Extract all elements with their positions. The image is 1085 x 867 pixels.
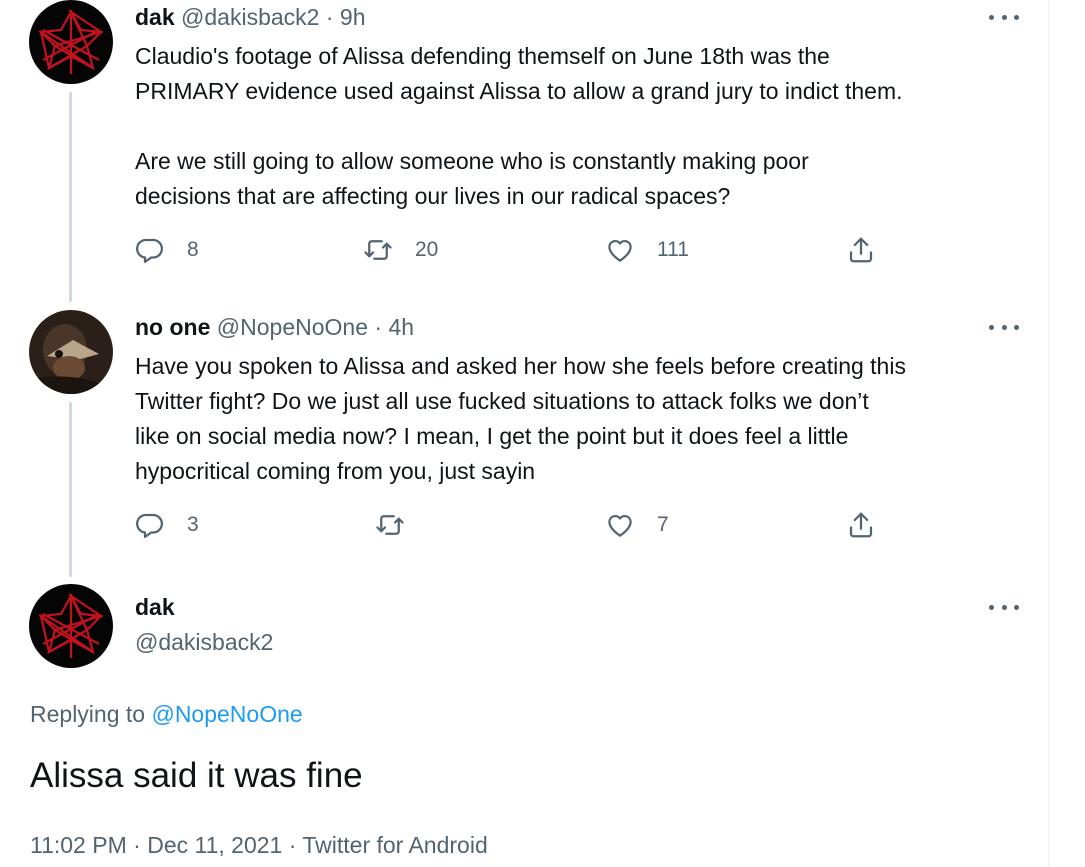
reply-count: 8 <box>187 238 199 261</box>
author-name[interactable]: no one <box>135 314 210 340</box>
like-button[interactable]: 7 <box>605 510 669 540</box>
tweet-time[interactable]: 11:02 PM <box>30 832 127 858</box>
tweet-time[interactable]: 9h <box>340 4 366 30</box>
author-handle[interactable]: @NopeNoOne <box>217 314 368 340</box>
separator-dot: · <box>288 832 297 858</box>
author-name[interactable]: dak <box>135 4 175 30</box>
tweet-date[interactable]: Dec 11, 2021 <box>147 832 282 858</box>
author-name[interactable]: dak <box>135 594 175 621</box>
thread-connector <box>69 92 72 302</box>
heart-icon <box>608 239 632 262</box>
replying-to-label: Replying to <box>30 701 146 727</box>
reply-button[interactable]: 3 <box>135 510 199 540</box>
avatar-dak[interactable] <box>29 0 113 84</box>
heart-icon <box>608 514 632 537</box>
pentagram-avatar-image <box>29 584 113 668</box>
share-icon <box>849 237 873 263</box>
photo-avatar-image <box>29 310 113 394</box>
column-border <box>1048 0 1049 867</box>
reply-button[interactable]: 8 <box>135 235 199 265</box>
author-handle[interactable]: @dakisback2 <box>181 4 319 30</box>
retweet-icon <box>376 515 404 535</box>
reply-icon <box>136 238 163 263</box>
separator-dot: · <box>133 832 141 858</box>
share-button[interactable] <box>846 235 876 265</box>
separator-dot: · <box>325 4 334 30</box>
tweet-text: Have you spoken to Alissa and asked her … <box>135 353 906 484</box>
like-button[interactable]: 111 <box>605 235 689 265</box>
more-icon[interactable] <box>989 12 1019 22</box>
like-count: 7 <box>657 513 669 536</box>
tweet-text: Claudio's footage of Alissa defending th… <box>135 43 903 209</box>
retweet-icon <box>364 240 392 260</box>
tweet-header: dak @dakisback2 · 9h <box>135 4 366 31</box>
share-button[interactable] <box>846 510 876 540</box>
reply-count: 3 <box>187 513 199 536</box>
retweet-button[interactable]: 20 <box>363 235 438 265</box>
retweet-button[interactable] <box>375 510 405 540</box>
more-icon[interactable] <box>989 322 1019 332</box>
share-icon <box>849 512 873 538</box>
tweet-timestamp: 11:02 PM · Dec 11, 2021 · Twitter for An… <box>30 832 488 859</box>
pentagram-avatar-image <box>29 0 113 84</box>
author-handle[interactable]: @dakisback2 <box>135 629 273 656</box>
avatar-no-one[interactable] <box>29 310 113 394</box>
separator-dot: · <box>374 314 383 340</box>
tweet-header: no one @NopeNoOne · 4h <box>135 314 414 341</box>
avatar-dak-main[interactable] <box>29 584 113 668</box>
more-icon[interactable] <box>989 602 1019 612</box>
like-count: 111 <box>657 238 689 261</box>
retweet-count: 20 <box>415 238 439 261</box>
tweet-time[interactable]: 4h <box>388 314 414 340</box>
replying-to: Replying to @NopeNoOne <box>30 701 303 728</box>
replying-to-link[interactable]: @NopeNoOne <box>151 701 302 727</box>
reply-icon <box>136 513 163 538</box>
tweet-source: Twitter for Android <box>302 832 488 858</box>
tweet-text: Alissa said it was fine <box>30 756 363 795</box>
thread-connector <box>69 402 72 577</box>
